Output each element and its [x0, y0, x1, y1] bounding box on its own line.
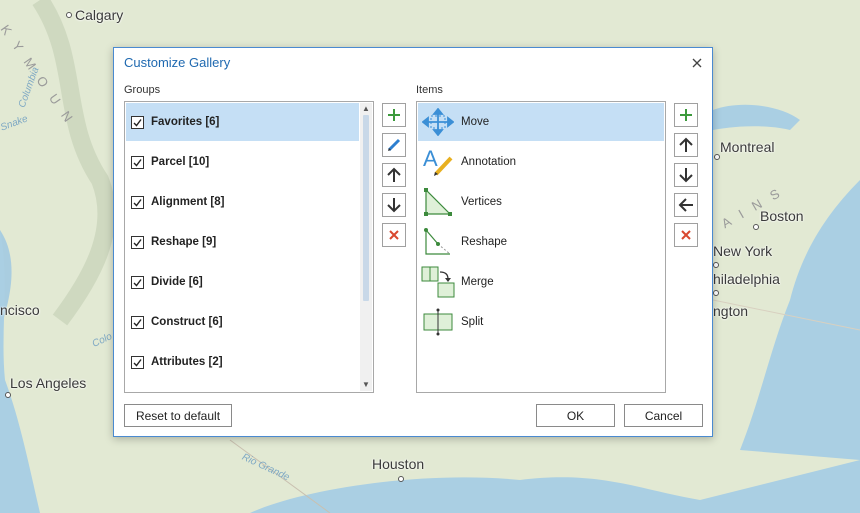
- checkmark-icon: [133, 318, 142, 327]
- item-label: Reshape: [461, 236, 508, 248]
- map-city-marker: [713, 262, 719, 268]
- group-label: Reshape [9]: [151, 236, 217, 248]
- checkmark-icon: [133, 198, 142, 207]
- map-city-marker: [398, 476, 404, 482]
- move-item-down-button[interactable]: [674, 163, 698, 187]
- reset-to-default-button[interactable]: Reset to default: [124, 404, 232, 427]
- arrow-down-icon: [679, 168, 693, 183]
- group-label: Construct [6]: [151, 316, 223, 328]
- delete-icon: [389, 230, 399, 240]
- group-checkbox[interactable]: [131, 195, 144, 209]
- group-row[interactable]: Attributes [2]: [126, 343, 359, 381]
- checkmark-icon: [133, 358, 142, 367]
- map-city-label: Boston: [760, 208, 804, 224]
- pencil-icon: [387, 138, 401, 152]
- groups-label: Groups: [124, 84, 161, 96]
- arrow-left-icon: [678, 198, 693, 212]
- map-city-label: Los Angeles: [10, 375, 87, 391]
- map-city-label: Houston: [372, 456, 425, 472]
- group-label: Favorites [6]: [151, 116, 220, 128]
- map-city-marker: [753, 224, 759, 230]
- vertices-icon: [421, 187, 455, 217]
- map-city-label: Montreal: [720, 139, 775, 155]
- group-row[interactable]: Alignment [8]: [126, 183, 359, 221]
- map-city-marker: [5, 392, 11, 398]
- group-checkbox[interactable]: [131, 115, 144, 129]
- ok-button[interactable]: OK: [536, 404, 615, 427]
- item-row[interactable]: Move: [418, 103, 664, 141]
- item-label: Split: [461, 316, 484, 328]
- group-label: Parcel [10]: [151, 156, 210, 168]
- map-city-label: ngton: [713, 303, 749, 319]
- groups-scrollbar[interactable]: ▲ ▼: [360, 103, 372, 391]
- scroll-thumb[interactable]: [363, 115, 369, 301]
- map-city-marker: [713, 290, 719, 296]
- groups-list[interactable]: Favorites [6] Parcel [10] Alignment [8] Res…: [124, 101, 374, 393]
- scroll-up-icon[interactable]: ▲: [361, 104, 371, 114]
- dialog-title: Customize Gallery: [124, 55, 231, 70]
- annotation-icon: A: [421, 147, 455, 177]
- checkmark-icon: [133, 158, 142, 167]
- map-city-marker: [714, 154, 720, 160]
- split-icon: [421, 307, 455, 337]
- item-label: Move: [461, 116, 490, 128]
- group-checkbox[interactable]: [131, 155, 144, 169]
- group-checkbox[interactable]: [131, 315, 144, 329]
- close-icon: [692, 58, 702, 68]
- map-city-label: New York: [713, 243, 773, 259]
- cancel-button[interactable]: Cancel: [624, 404, 703, 427]
- item-label: Annotation: [461, 156, 516, 168]
- delete-icon: [681, 230, 691, 240]
- group-label: Alignment [8]: [151, 196, 225, 208]
- group-label: Attributes [2]: [151, 356, 223, 368]
- item-row[interactable]: Merge: [418, 263, 664, 301]
- group-checkbox[interactable]: [131, 355, 144, 369]
- delete-group-button[interactable]: [382, 223, 406, 247]
- arrow-down-icon: [387, 198, 401, 213]
- move-group-down-button[interactable]: [382, 193, 406, 217]
- plus-icon: [680, 109, 692, 121]
- checkmark-icon: [133, 118, 142, 127]
- group-row[interactable]: Construct [6]: [126, 303, 359, 341]
- move-icon: [421, 107, 455, 137]
- arrow-up-icon: [387, 167, 401, 182]
- scroll-down-icon[interactable]: ▼: [361, 380, 371, 390]
- reshape-icon: [421, 227, 455, 257]
- item-row[interactable]: A Annotation: [418, 143, 664, 181]
- move-item-up-button[interactable]: [674, 133, 698, 157]
- group-row[interactable]: Reshape [9]: [126, 223, 359, 261]
- item-row[interactable]: Split: [418, 303, 664, 341]
- delete-item-button[interactable]: [674, 223, 698, 247]
- checkmark-icon: [133, 238, 142, 247]
- map-city-marker: [66, 12, 72, 18]
- plus-icon: [388, 109, 400, 121]
- merge-icon: [421, 266, 455, 298]
- item-label: Vertices: [461, 196, 502, 208]
- checkmark-icon: [133, 278, 142, 287]
- item-label: Merge: [461, 276, 494, 288]
- customize-gallery-dialog: Customize Gallery Groups Items Favorites…: [113, 47, 713, 437]
- map-city-label: ncisco: [0, 302, 40, 318]
- add-item-button[interactable]: [674, 103, 698, 127]
- group-row[interactable]: Parcel [10]: [126, 143, 359, 181]
- add-group-button[interactable]: [382, 103, 406, 127]
- group-label: Divide [6]: [151, 276, 203, 288]
- remove-item-button[interactable]: [674, 193, 698, 217]
- svg-text:A: A: [423, 148, 438, 171]
- group-row[interactable]: Favorites [6]: [126, 103, 359, 141]
- map-city-label: Calgary: [75, 7, 124, 23]
- items-label: Items: [416, 84, 443, 96]
- group-checkbox[interactable]: [131, 235, 144, 249]
- group-checkbox[interactable]: [131, 275, 144, 289]
- items-list[interactable]: Move A Annotation Vertices Reshape Merge Split: [416, 101, 666, 393]
- map-city-label: hiladelphia: [713, 271, 780, 287]
- item-row[interactable]: Reshape: [418, 223, 664, 261]
- move-group-up-button[interactable]: [382, 163, 406, 187]
- arrow-up-icon: [679, 137, 693, 152]
- item-row[interactable]: Vertices: [418, 183, 664, 221]
- rename-group-button[interactable]: [382, 133, 406, 157]
- close-button[interactable]: [688, 54, 706, 72]
- group-row[interactable]: Divide [6]: [126, 263, 359, 301]
